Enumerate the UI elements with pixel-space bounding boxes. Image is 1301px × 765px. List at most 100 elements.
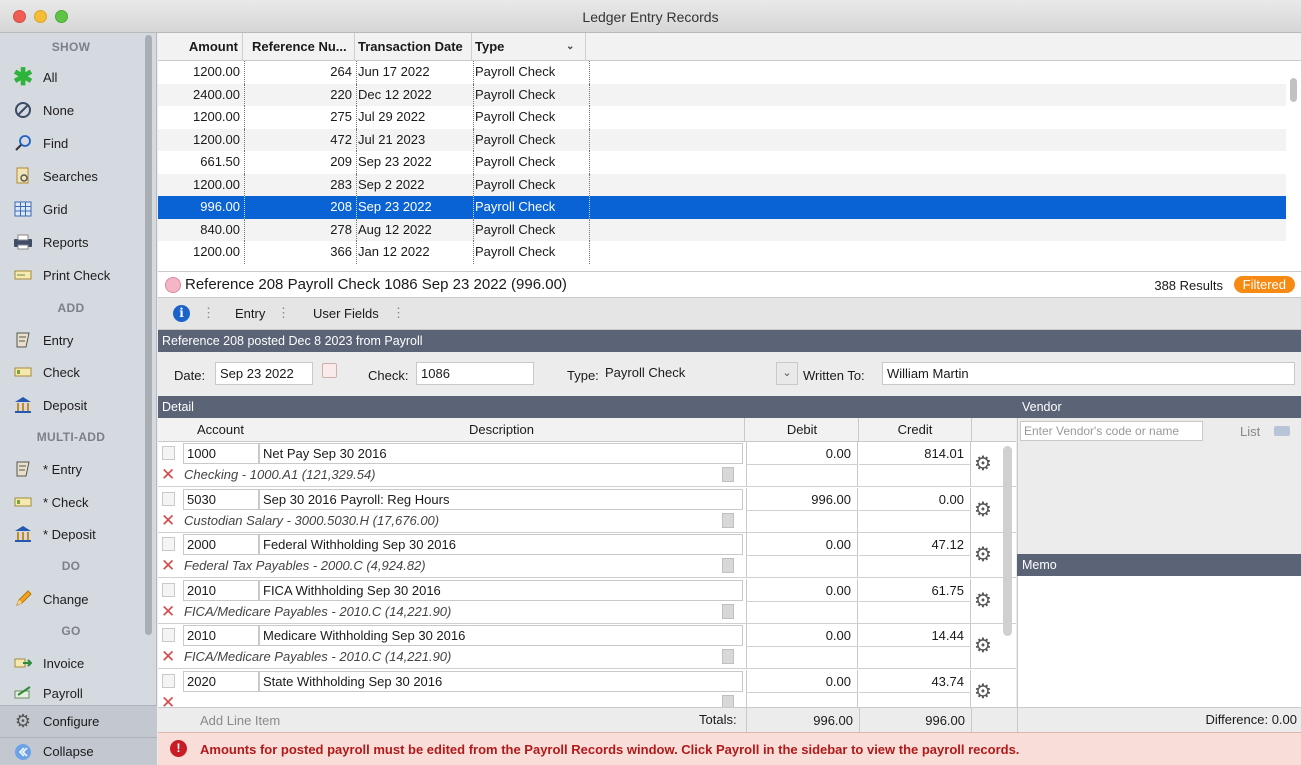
memo-textarea[interactable] xyxy=(1017,576,1301,707)
line-credit-value: 43.74 xyxy=(931,673,964,689)
line-options-gear-icon[interactable]: ⚙ xyxy=(974,682,992,702)
building-icon[interactable] xyxy=(722,649,734,664)
line-credit-field[interactable]: 43.74 xyxy=(859,669,971,707)
sidebar-scrollbar[interactable] xyxy=(142,33,154,705)
sidebar-item-change[interactable]: Change xyxy=(0,584,142,614)
sidebar-item-searches[interactable]: Searches xyxy=(0,161,142,191)
line-account-field[interactable]: 1000 xyxy=(183,443,259,464)
line-description-field[interactable]: State Withholding Sep 30 2016 xyxy=(259,670,743,692)
line-description-field[interactable]: FICA Withholding Sep 30 2016 xyxy=(259,579,743,601)
sidebar-item-invoice[interactable]: Invoice xyxy=(0,648,142,678)
column-type-sort-chevron-icon[interactable]: ⌄ xyxy=(566,33,582,61)
table-row[interactable]: 1200.00 366 Jan 12 2022 Payroll Check xyxy=(158,241,1286,264)
date-field[interactable]: Sep 23 2022 xyxy=(215,362,313,385)
line-debit-field[interactable]: 0.00 xyxy=(746,578,858,623)
line-description-field[interactable]: Federal Withholding Sep 30 2016 xyxy=(259,534,743,555)
sidebar-item-payroll[interactable]: Payroll xyxy=(0,681,142,705)
drag-handle-icon[interactable] xyxy=(162,628,175,642)
sidebar-item-grid[interactable]: Grid xyxy=(0,194,142,224)
line-debit-field[interactable]: 0.00 xyxy=(746,442,858,486)
filtered-badge[interactable]: Filtered xyxy=(1233,276,1295,293)
table-row[interactable]: 661.50 209 Sep 23 2022 Payroll Check xyxy=(158,151,1286,174)
line-account-field[interactable]: 2020 xyxy=(183,670,259,692)
line-options-gear-icon[interactable]: ⚙ xyxy=(974,500,992,520)
sidebar-item-all[interactable]: ✱ All xyxy=(0,62,142,92)
line-credit-field[interactable]: 14.44 xyxy=(859,624,971,668)
delete-line-icon[interactable]: ✕ xyxy=(161,603,175,620)
sidebar-item-reports[interactable]: Reports xyxy=(0,227,142,257)
line-debit-field[interactable]: 0.00 xyxy=(746,533,858,577)
line-description-field[interactable]: Sep 30 2016 Payroll: Reg Hours xyxy=(259,488,743,510)
drag-handle-icon[interactable] xyxy=(162,491,175,506)
line-account-field[interactable]: 5030 xyxy=(183,488,259,510)
check-number-field[interactable]: 1086 xyxy=(416,362,534,385)
line-account-name: FICA/Medicare Payables - 2010.C (14,221.… xyxy=(184,649,452,664)
line-description-field[interactable]: Medicare Withholding Sep 30 2016 xyxy=(259,625,743,646)
building-icon[interactable] xyxy=(722,512,734,528)
column-date-header[interactable]: Transaction Date xyxy=(356,33,472,61)
delete-line-icon[interactable]: ✕ xyxy=(161,694,175,708)
line-options-gear-icon[interactable]: ⚙ xyxy=(974,454,992,474)
sidebar-collapse-button[interactable]: Collapse xyxy=(0,737,157,765)
sidebar-item-multi-check[interactable]: * Check xyxy=(0,487,142,517)
calendar-icon[interactable] xyxy=(322,363,337,378)
table-row[interactable]: 1200.00 275 Jul 29 2022 Payroll Check xyxy=(158,106,1286,129)
line-description-field[interactable]: Net Pay Sep 30 2016 xyxy=(259,443,743,464)
add-line-item-button[interactable]: Add Line Item xyxy=(200,713,280,728)
sidebar-item-multi-deposit[interactable]: * Deposit xyxy=(0,519,142,549)
table-row[interactable]: 1200.00 264 Jun 17 2022 Payroll Check xyxy=(158,61,1286,84)
drag-handle-icon[interactable] xyxy=(162,537,175,551)
sidebar-item-print-check[interactable]: Print Check xyxy=(0,260,142,290)
line-credit-field[interactable]: 0.00 xyxy=(859,487,971,532)
sidebar-item-none[interactable]: None xyxy=(0,95,142,125)
column-reference-header[interactable]: Reference Nu... xyxy=(248,33,355,61)
line-options-gear-icon[interactable]: ⚙ xyxy=(974,591,992,611)
line-credit-field[interactable]: 61.75 xyxy=(859,578,971,623)
chevron-down-icon[interactable]: ⌄ xyxy=(776,362,798,385)
line-account-field[interactable]: 2010 xyxy=(183,625,259,646)
delete-line-icon[interactable]: ✕ xyxy=(161,512,175,529)
line-options-gear-icon[interactable]: ⚙ xyxy=(974,636,992,656)
sidebar-item-check[interactable]: Check xyxy=(0,357,142,387)
sidebar-section-add: ADD xyxy=(57,301,85,315)
delete-line-icon[interactable]: ✕ xyxy=(161,648,175,665)
line-debit-field[interactable]: 996.00 xyxy=(746,487,858,532)
delete-line-icon[interactable]: ✕ xyxy=(161,466,175,483)
table-row[interactable]: 1200.00 283 Sep 2 2022 Payroll Check xyxy=(158,173,1286,196)
line-account-field[interactable]: 2000 xyxy=(183,534,259,555)
info-icon[interactable]: i xyxy=(173,305,190,322)
delete-line-icon[interactable]: ✕ xyxy=(161,557,175,574)
table-row[interactable]: 2400.00 220 Dec 12 2022 Payroll Check xyxy=(158,83,1286,106)
drag-handle-icon[interactable] xyxy=(162,582,175,597)
building-icon[interactable] xyxy=(722,558,734,573)
line-items-scrollbar[interactable] xyxy=(1003,446,1012,636)
column-amount-header[interactable]: Amount xyxy=(178,33,243,61)
building-icon[interactable] xyxy=(722,467,734,482)
tab-user-fields[interactable]: User Fields xyxy=(313,306,379,321)
line-account-field[interactable]: 2010 xyxy=(183,579,259,601)
vendor-list-button[interactable]: List xyxy=(1240,424,1260,439)
truck-icon[interactable] xyxy=(1274,426,1290,436)
drag-handle-icon[interactable] xyxy=(162,673,175,688)
line-credit-field[interactable]: 47.12 xyxy=(859,533,971,577)
sidebar-item-multi-entry[interactable]: * Entry xyxy=(0,454,142,484)
sidebar-item-entry[interactable]: Entry xyxy=(0,325,142,355)
table-row[interactable]: 840.00 278 Aug 12 2022 Payroll Check xyxy=(158,218,1286,241)
table-row[interactable]: 996.00 208 Sep 23 2022 Payroll Check xyxy=(158,196,1286,219)
table-row[interactable]: 1200.00 472 Jul 21 2023 Payroll Check xyxy=(158,128,1286,151)
line-debit-field[interactable]: 0.00 xyxy=(746,669,858,707)
sidebar-configure-button[interactable]: ⚙ Configure xyxy=(0,705,157,737)
line-credit-field[interactable]: 814.01 xyxy=(859,442,971,486)
line-debit-field[interactable]: 0.00 xyxy=(746,624,858,668)
tab-entry[interactable]: Entry xyxy=(235,306,265,321)
line-options-gear-icon[interactable]: ⚙ xyxy=(974,545,992,565)
building-icon[interactable] xyxy=(722,603,734,619)
building-icon[interactable] xyxy=(722,694,734,707)
written-to-field[interactable]: William Martin xyxy=(882,362,1295,385)
table-scrollbar[interactable] xyxy=(1290,78,1297,102)
type-select[interactable]: Payroll Check xyxy=(601,362,775,385)
sidebar-item-deposit[interactable]: Deposit xyxy=(0,390,142,420)
vendor-search-input[interactable]: Enter Vendor's code or name xyxy=(1020,421,1203,441)
drag-handle-icon[interactable] xyxy=(162,446,175,460)
sidebar-item-find[interactable]: Find xyxy=(0,128,142,158)
